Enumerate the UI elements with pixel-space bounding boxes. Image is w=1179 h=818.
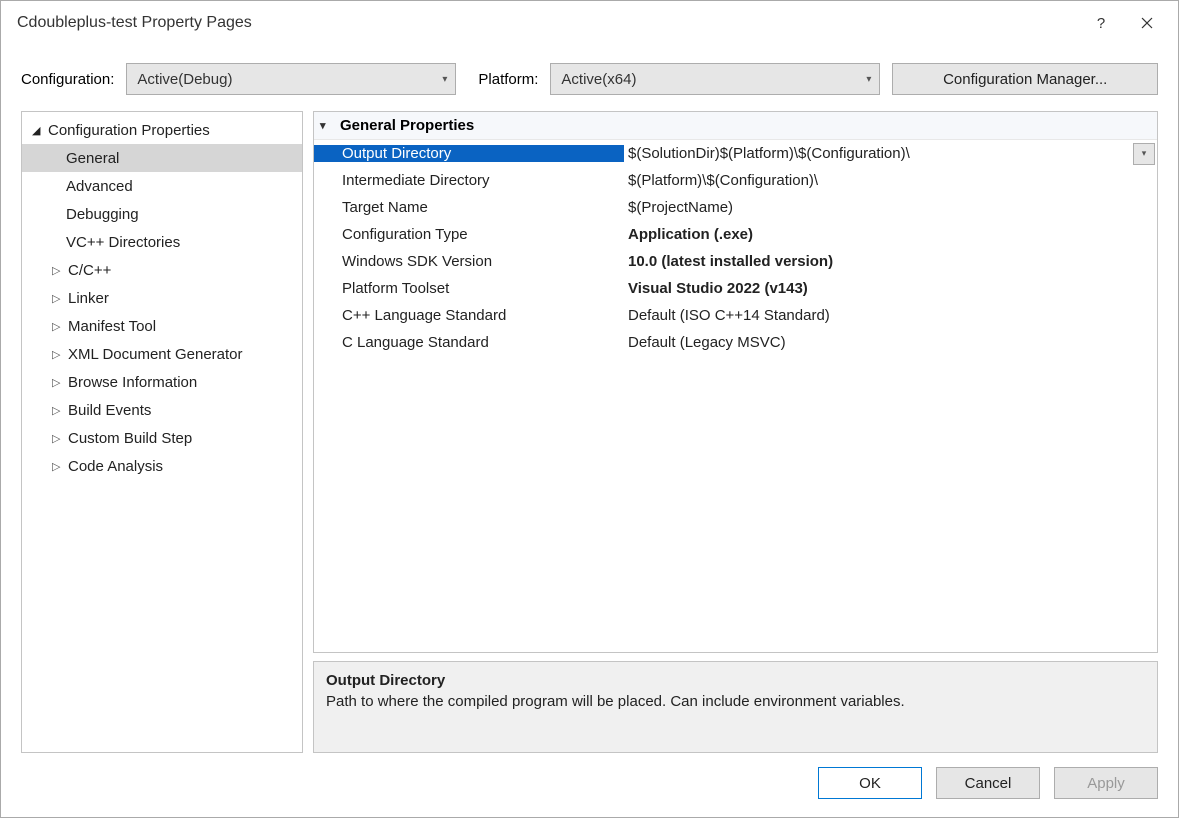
description-text: Path to where the compiled program will …	[326, 693, 1145, 710]
property-value[interactable]: $(SolutionDir)$(Platform)\$(Configuratio…	[624, 145, 1129, 162]
expand-arrow-icon: ▷	[52, 432, 66, 445]
property-key: Platform Toolset	[314, 280, 624, 297]
description-panel: Output Directory Path to where the compi…	[313, 661, 1158, 753]
tree-item-label: Browse Information	[68, 374, 197, 391]
chevron-down-icon: ▾	[442, 74, 447, 85]
tree-item-label: General	[66, 150, 119, 167]
tree-item[interactable]: ▷XML Document Generator	[22, 340, 302, 368]
main-area: ◢ Configuration Properties General Advanc…	[1, 107, 1178, 753]
close-button[interactable]	[1124, 7, 1170, 39]
tree-item[interactable]: General	[22, 144, 302, 172]
configuration-combo[interactable]: Active(Debug) ▾	[126, 63, 456, 95]
expand-arrow-icon: ▷	[52, 320, 66, 333]
property-pages-dialog: Cdoubleplus-test Property Pages ? Config…	[0, 0, 1179, 818]
property-value[interactable]: Visual Studio 2022 (v143)	[624, 280, 1157, 297]
tree-item[interactable]: Debugging	[22, 200, 302, 228]
property-row[interactable]: Output Directory$(SolutionDir)$(Platform…	[314, 140, 1157, 167]
tree-item-label: Linker	[68, 290, 109, 307]
tree-item-label: Advanced	[66, 178, 133, 195]
tree-item[interactable]: Advanced	[22, 172, 302, 200]
window-title: Cdoubleplus-test Property Pages	[17, 14, 1078, 32]
property-row[interactable]: Configuration TypeApplication (.exe)	[314, 221, 1157, 248]
property-value[interactable]: Application (.exe)	[624, 226, 1157, 243]
expand-arrow-icon: ▷	[52, 264, 66, 277]
configuration-manager-button[interactable]: Configuration Manager...	[892, 63, 1158, 95]
tree-item-label: Manifest Tool	[68, 318, 156, 335]
ok-button[interactable]: OK	[818, 767, 922, 799]
property-row[interactable]: Platform ToolsetVisual Studio 2022 (v143…	[314, 275, 1157, 302]
property-key: Windows SDK Version	[314, 253, 624, 270]
tree-item-label: Code Analysis	[68, 458, 163, 475]
footer: OK Cancel Apply	[1, 753, 1178, 817]
tree-item[interactable]: ▷Build Events	[22, 396, 302, 424]
tree-panel[interactable]: ◢ Configuration Properties General Advanc…	[21, 111, 303, 753]
tree-item[interactable]: ▷Browse Information	[22, 368, 302, 396]
property-value[interactable]: Default (ISO C++14 Standard)	[624, 307, 1157, 324]
property-row[interactable]: Target Name$(ProjectName)	[314, 194, 1157, 221]
property-row[interactable]: C++ Language StandardDefault (ISO C++14 …	[314, 302, 1157, 329]
properties-header[interactable]: ▾ General Properties	[314, 112, 1157, 140]
expand-arrow-icon: ▷	[52, 376, 66, 389]
expand-arrow-icon: ◢	[32, 124, 46, 137]
property-row[interactable]: Intermediate Directory$(Platform)\$(Conf…	[314, 167, 1157, 194]
description-title: Output Directory	[326, 672, 1145, 689]
property-key: C Language Standard	[314, 334, 624, 351]
chevron-down-icon: ▾	[1142, 148, 1147, 159]
platform-value: Active(x64)	[561, 71, 858, 88]
property-key: Target Name	[314, 199, 624, 216]
properties-panel: ▾ General Properties Output Directory$(S…	[313, 111, 1158, 653]
tree-item[interactable]: ▷C/C++	[22, 256, 302, 284]
expand-arrow-icon: ▷	[52, 292, 66, 305]
expand-arrow-icon: ▷	[52, 460, 66, 473]
property-value[interactable]: Default (Legacy MSVC)	[624, 334, 1157, 351]
property-key: Intermediate Directory	[314, 172, 624, 189]
tree-item[interactable]: VC++ Directories	[22, 228, 302, 256]
platform-combo[interactable]: Active(x64) ▾	[550, 63, 880, 95]
tree-item-label: XML Document Generator	[68, 346, 243, 363]
tree-item[interactable]: ▷Manifest Tool	[22, 312, 302, 340]
property-key: C++ Language Standard	[314, 307, 624, 324]
titlebar: Cdoubleplus-test Property Pages ?	[1, 1, 1178, 45]
right-column: ▾ General Properties Output Directory$(S…	[313, 111, 1158, 753]
cancel-button[interactable]: Cancel	[936, 767, 1040, 799]
expand-arrow-icon: ▷	[52, 348, 66, 361]
tree-item-label: Debugging	[66, 206, 139, 223]
property-value[interactable]: 10.0 (latest installed version)	[624, 253, 1157, 270]
config-bar: Configuration: Active(Debug) ▾ Platform:…	[1, 45, 1178, 107]
tree-item[interactable]: ▷Code Analysis	[22, 452, 302, 480]
property-key: Configuration Type	[314, 226, 624, 243]
tree-item-label: C/C++	[68, 262, 111, 279]
property-value[interactable]: $(Platform)\$(Configuration)\	[624, 172, 1157, 189]
property-dropdown-button[interactable]: ▾	[1133, 143, 1155, 165]
tree-item[interactable]: ▷Linker	[22, 284, 302, 312]
tree-item[interactable]: ▷Custom Build Step	[22, 424, 302, 452]
configuration-label: Configuration:	[21, 71, 114, 88]
property-row[interactable]: C Language StandardDefault (Legacy MSVC)	[314, 329, 1157, 356]
close-icon	[1141, 17, 1153, 29]
tree-item-label: Custom Build Step	[68, 430, 192, 447]
tree-item-label: Build Events	[68, 402, 151, 419]
help-button[interactable]: ?	[1078, 7, 1124, 39]
chevron-down-icon: ▾	[320, 119, 340, 132]
property-key: Output Directory	[314, 145, 624, 162]
platform-label: Platform:	[478, 71, 538, 88]
chevron-down-icon: ▾	[866, 74, 871, 85]
tree-root[interactable]: ◢ Configuration Properties	[22, 116, 302, 144]
property-row[interactable]: Windows SDK Version10.0 (latest installe…	[314, 248, 1157, 275]
configuration-value: Active(Debug)	[137, 71, 434, 88]
tree-item-label: VC++ Directories	[66, 234, 180, 251]
apply-button[interactable]: Apply	[1054, 767, 1158, 799]
property-value[interactable]: $(ProjectName)	[624, 199, 1157, 216]
expand-arrow-icon: ▷	[52, 404, 66, 417]
